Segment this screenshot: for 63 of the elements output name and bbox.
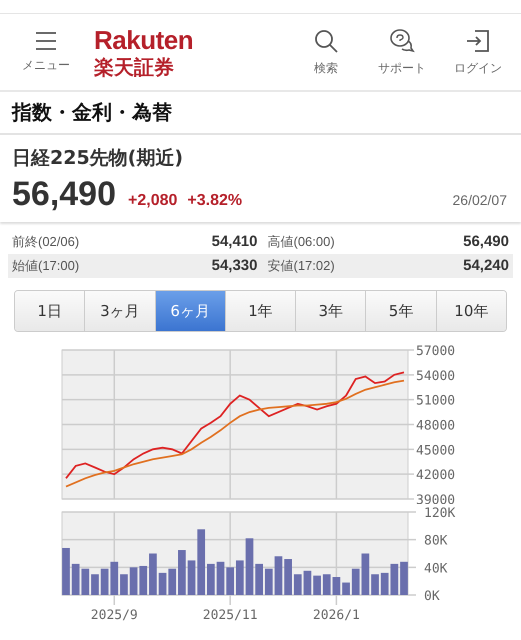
y-axis-label: 40K [424, 561, 448, 576]
logo-kanji: 楽天証券 [94, 57, 175, 77]
stat-value: 54,240 [463, 257, 509, 275]
x-axis-label: 2025/9 [90, 608, 138, 623]
y-axis-label: 0K [424, 589, 440, 604]
login-icon[interactable] [465, 28, 491, 54]
volume-bar [342, 582, 350, 595]
price: 56,490 [12, 175, 116, 214]
menu-icon[interactable] [34, 30, 58, 50]
volume-bar [304, 570, 312, 595]
y-axis-label: 54000 [416, 368, 456, 384]
range-tab[interactable]: 5年 [366, 291, 437, 331]
price-change: +2,080 [128, 192, 178, 210]
volume-bar [371, 574, 379, 595]
volume-bar [178, 550, 186, 595]
y-axis-label: 51000 [416, 394, 456, 409]
speech-bubbles-icon[interactable] [389, 28, 415, 54]
volume-bar [362, 554, 370, 595]
price-change-percent: +3.82% [187, 192, 242, 210]
x-axis-label: 2026/1 [312, 608, 360, 623]
range-tab[interactable]: 1年 [226, 291, 296, 331]
y-axis-label: 80K [424, 534, 448, 549]
volume-bar [332, 577, 340, 595]
volume-bar [158, 572, 166, 595]
section-title: 指数・金利・為替 [0, 92, 521, 135]
stat-value: 54,410 [212, 233, 258, 251]
y-axis-label: 45000 [416, 443, 456, 458]
x-axis-label: 2025/11 [202, 608, 258, 623]
y-axis-label: 48000 [416, 418, 456, 434]
instrument-name: 日経225先物(期近) [11, 146, 184, 171]
range-tab[interactable]: 10年 [436, 291, 506, 331]
volume-bar [91, 574, 99, 595]
y-axis-label: 42000 [416, 468, 456, 484]
volume-bar [216, 562, 224, 595]
range-tab[interactable]: 6ヶ月 [156, 291, 226, 331]
volume-bar [246, 538, 254, 595]
stat-value: 54,330 [212, 257, 258, 275]
header-action-label[interactable]: ログイン [454, 60, 502, 76]
y-axis-label: 57000 [416, 344, 456, 359]
search-icon[interactable] [313, 28, 339, 54]
range-tab[interactable]: 3年 [296, 291, 366, 331]
stat-label: 前終(02/06) [12, 233, 80, 251]
volume-bar [120, 574, 128, 595]
volume-bar [130, 567, 138, 595]
volume-bar [149, 554, 157, 595]
logo-wordmark: Rakuten [94, 27, 194, 53]
stat-label: 高値(06:00) [268, 233, 336, 251]
quote-date: 26/02/07 [452, 192, 507, 208]
volume-bar [62, 548, 70, 595]
range-tab[interactable]: 3ヶ月 [85, 291, 156, 331]
stat-label: 始値(17:00) [12, 257, 80, 275]
menu-label[interactable]: メニュー [22, 56, 70, 74]
volume-bar [400, 562, 408, 595]
header-action-label[interactable]: サポート [378, 60, 426, 76]
stat-label: 安値(17:02) [268, 257, 336, 275]
y-axis-label: 39000 [416, 493, 456, 504]
range-tab[interactable]: 1日 [15, 291, 86, 331]
volume-bar [313, 576, 321, 595]
header-action-label[interactable]: 検索 [314, 60, 338, 76]
y-axis-label: 120K [424, 506, 456, 521]
stat-value: 56,490 [463, 233, 509, 251]
volume-bar [274, 556, 282, 595]
volume-bar [188, 560, 196, 595]
